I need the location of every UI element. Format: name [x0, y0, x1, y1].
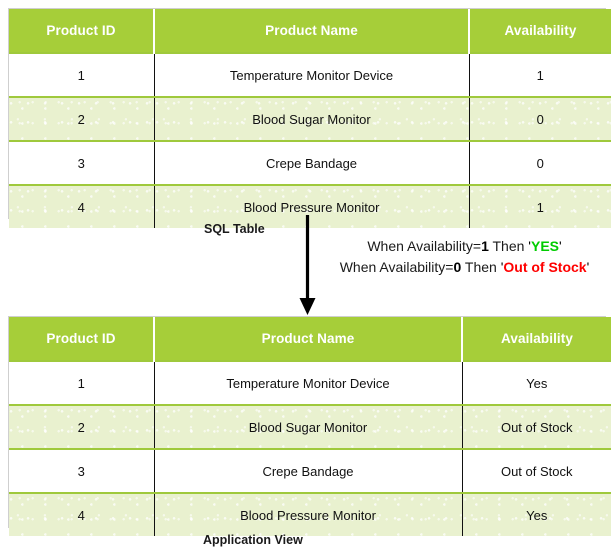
- cell-product-name: Crepe Bandage: [154, 140, 470, 186]
- cell-product-id: 1: [9, 52, 155, 98]
- case-expression: When Availability=1 Then 'YES' When Avai…: [322, 236, 607, 278]
- cell-product-id: 3: [9, 448, 155, 494]
- cell-product-name: Blood Pressure Monitor: [154, 492, 463, 536]
- cell-availability: 0: [469, 140, 611, 186]
- sql-table: Product ID Product Name Availability 1 T…: [8, 8, 611, 228]
- cell-availability: 1: [469, 184, 611, 228]
- cell-product-id: 4: [9, 184, 155, 228]
- table-header-row: Product ID Product Name Availability: [9, 9, 611, 53]
- sql-table-caption: SQL Table: [204, 222, 265, 236]
- table-row: 3 Crepe Bandage 0: [9, 140, 611, 186]
- cell-product-id: 2: [9, 96, 155, 142]
- cell-availability: Yes: [462, 492, 611, 536]
- down-arrow-icon: [299, 215, 316, 315]
- case-line2-middle: Then: [461, 259, 501, 275]
- cell-availability: 0: [469, 96, 611, 142]
- cell-product-name: Temperature Monitor Device: [154, 52, 470, 98]
- sql-table-grid: Product ID Product Name Availability 1 T…: [9, 9, 611, 228]
- cell-product-name: Blood Sugar Monitor: [154, 96, 470, 142]
- cell-product-name: Blood Sugar Monitor: [154, 404, 463, 450]
- column-header-availability: Availability: [504, 23, 577, 38]
- application-view-grid: Product ID Product Name Availability 1 T…: [9, 317, 611, 536]
- cell-availability: Yes: [462, 360, 611, 406]
- case-line2-result: Out of Stock: [503, 259, 587, 275]
- cell-product-id: 2: [9, 404, 155, 450]
- table-row: 1 Temperature Monitor Device Yes: [9, 360, 611, 406]
- cell-product-id: 3: [9, 140, 155, 186]
- cell-product-name: Temperature Monitor Device: [154, 360, 463, 406]
- case-line2-close-quote: ': [586, 259, 590, 275]
- cell-product-id: 1: [9, 360, 155, 406]
- column-header-product-name: Product Name: [154, 317, 463, 361]
- table-row: 2 Blood Sugar Monitor 0: [9, 96, 611, 142]
- case-line1-close-quote: ': [559, 238, 562, 254]
- table-row: 3 Crepe Bandage Out of Stock: [9, 448, 611, 494]
- application-view-body: 1 Temperature Monitor Device Yes 2 Blood…: [9, 360, 611, 536]
- cell-availability: Out of Stock: [462, 448, 611, 494]
- column-header-product-id: Product ID: [9, 317, 155, 361]
- column-header-product-name: Product Name: [154, 9, 470, 53]
- table-header-row: Product ID Product Name Availability: [9, 317, 611, 361]
- case-line1-middle: Then: [488, 238, 529, 254]
- case-expression-line-1: When Availability=1 Then 'YES': [322, 236, 607, 257]
- column-header-availability: Availability: [501, 331, 573, 346]
- cell-availability: 1: [469, 52, 611, 98]
- sql-table-body: 1 Temperature Monitor Device 1 2 Blood S…: [9, 52, 611, 228]
- case-expression-line-2: When Availability=0 Then 'Out of Stock': [322, 257, 607, 278]
- case-line1-prefix: When Availability=: [367, 238, 482, 254]
- table-row: 2 Blood Sugar Monitor Out of Stock: [9, 404, 611, 450]
- table-row: 4 Blood Pressure Monitor Yes: [9, 492, 611, 536]
- application-view-table: Product ID Product Name Availability 1 T…: [8, 316, 611, 536]
- case-line1-value: 1: [481, 238, 489, 254]
- cell-product-name: Crepe Bandage: [154, 448, 463, 494]
- case-line2-prefix: When Availability=: [339, 259, 454, 275]
- table-row: 1 Temperature Monitor Device 1: [9, 52, 611, 98]
- sql-table-header: Product ID Product Name Availability: [9, 9, 611, 53]
- column-header-product-id: Product ID: [9, 9, 155, 53]
- cell-availability: Out of Stock: [462, 404, 611, 450]
- cell-product-id: 4: [9, 492, 155, 536]
- case-line1-result: YES: [530, 238, 559, 254]
- application-view-caption: Application View: [203, 533, 303, 547]
- application-view-header: Product ID Product Name Availability: [9, 317, 611, 361]
